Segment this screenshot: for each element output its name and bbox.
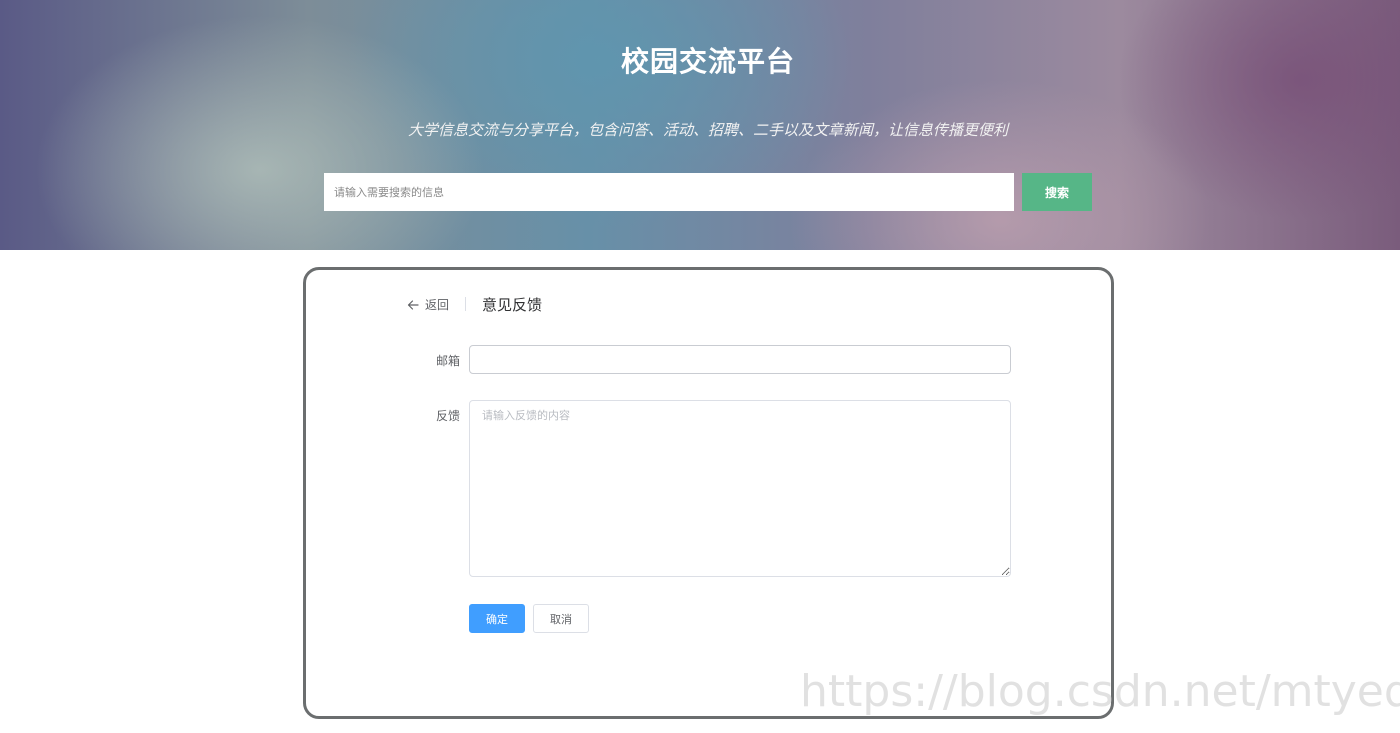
feedback-textarea[interactable] — [469, 400, 1011, 577]
page-header: 返回 意见反馈 — [406, 293, 542, 315]
watermark: https://blog.csdn.net/mtyedu — [800, 666, 1400, 717]
confirm-button[interactable]: 确定 — [469, 604, 525, 633]
site-title: 校园交流平台 — [620, 45, 795, 78]
page-title: 意见反馈 — [482, 295, 543, 314]
email-label: 邮箱 — [435, 354, 460, 368]
search-input[interactable] — [324, 173, 1014, 211]
back-label: 返回 — [425, 297, 450, 312]
header-divider — [465, 297, 467, 311]
back-button[interactable]: 返回 — [406, 296, 449, 313]
cancel-button[interactable]: 取消 — [533, 604, 589, 633]
search-button[interactable]: 搜索 — [1022, 173, 1092, 211]
site-subtitle: 大学信息交流与分享平台，包含问答、活动、招聘、二手以及文章新闻，让信息传播更便利 — [407, 121, 1008, 139]
arrow-left-icon — [406, 297, 420, 311]
email-field[interactable] — [469, 345, 1011, 374]
feedback-label: 反馈 — [435, 409, 460, 423]
